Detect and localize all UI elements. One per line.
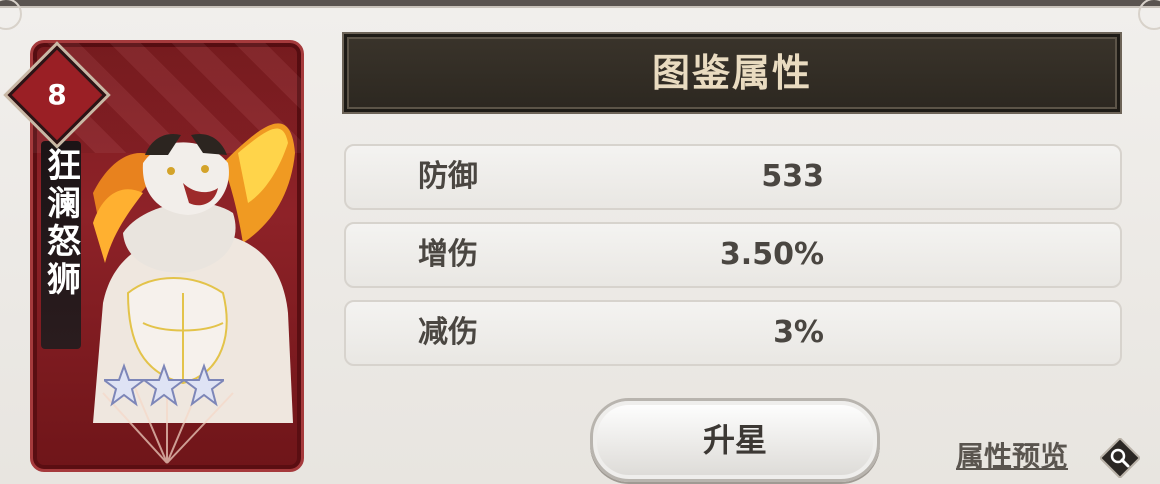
stat-row-damage-bonus: 增伤 3.50% [344,222,1122,288]
name-char: 狮 [47,260,81,300]
stat-value: 533 [761,159,824,194]
stat-label: 增伤 [418,237,478,272]
level-number: 8 [47,78,67,111]
stat-row-damage-reduction: 减伤 3% [344,300,1122,366]
upgrade-star-button[interactable]: 升星 [590,398,880,482]
name-char: 澜 [47,184,81,224]
star-icon [181,363,224,407]
header-title: 图鉴属性 [651,51,812,95]
stat-row-defense: 防御 533 [344,144,1122,210]
codex-attributes-header: 图鉴属性 [342,32,1122,114]
stat-value: 3% [773,315,824,350]
stat-value: 3.50% [719,237,824,272]
stat-label: 防御 [418,159,478,194]
stat-label: 减伤 [418,315,478,350]
name-char: 怒 [47,222,81,262]
star-icon [104,363,147,407]
panel-corner-ornament-left [0,0,22,30]
name-char: 狂 [47,146,81,186]
character-name: 狂 澜 怒 狮 [47,146,81,300]
upgrade-star-label: 升星 [702,421,767,459]
attribute-preview-link[interactable]: 属性预览 [956,440,1068,474]
star-icon [141,363,187,407]
panel-corner-ornament-right [1138,0,1160,30]
star-rating [104,363,224,407]
magnifier-icon[interactable] [1100,438,1140,478]
